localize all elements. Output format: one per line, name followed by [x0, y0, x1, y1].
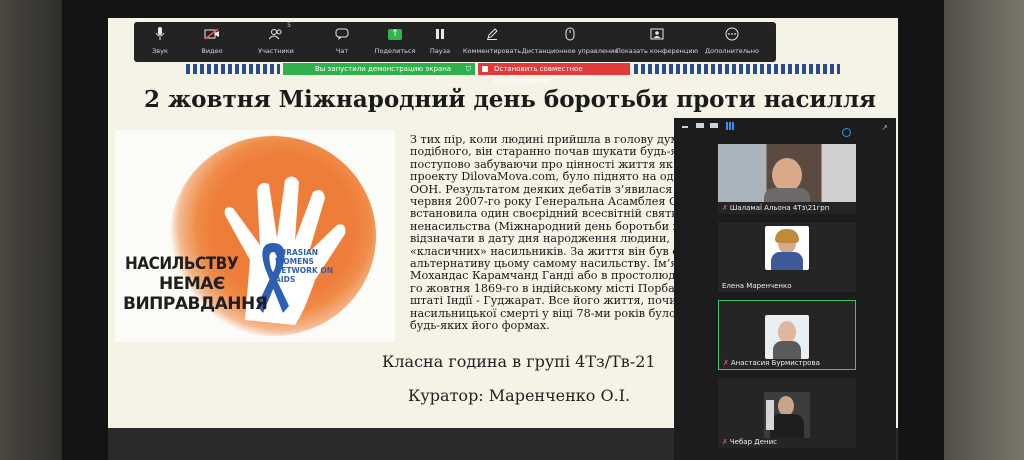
participant-name: Елена Маренченко [722, 282, 792, 290]
muted-mic-icon: ✗ [722, 438, 728, 446]
participant-tile-active-speaker[interactable]: ✗ Анастасия Бурмистрова [718, 300, 856, 370]
slide-stripe-left [186, 64, 280, 74]
show-meeting-icon [648, 26, 666, 42]
participant-tile[interactable]: ✗ Чебар Денис [718, 378, 856, 448]
pause-button[interactable]: Пауза [420, 22, 460, 62]
share-label: Поделиться [374, 47, 416, 55]
more-button[interactable]: Дополнительно [698, 22, 766, 62]
more-icon [723, 26, 741, 42]
chat-icon [333, 26, 351, 42]
poster-image: НАСИЛЬСТВУ НЕМАЄ ВИПРАВДАННЯ EURASIAN WO… [115, 130, 395, 342]
sharing-status-bar: Вы запустили демонстрацию экрана ⛉ [283, 63, 475, 75]
microphone-icon [151, 26, 169, 42]
remote-control-label: Дистанционное управление [521, 47, 619, 55]
audio-label: Звук [152, 47, 168, 55]
pause-label: Пауза [429, 47, 451, 55]
remote-control-icon [561, 26, 579, 42]
strip-view-icon[interactable] [710, 123, 718, 128]
participants-button[interactable]: 5 Участники [238, 22, 314, 62]
participant-avatar [765, 226, 809, 270]
annotate-button[interactable]: Комментировать [460, 22, 524, 62]
cursor-indicator-icon [842, 128, 851, 137]
slide-body-line: встановила один своєрідний всесвітній св… [410, 207, 686, 221]
chat-label: Чат [335, 47, 349, 55]
participant-name: ✗ Шаламаї Альона 4Тз\21грп [722, 204, 830, 212]
slide-body-line: подібного, він старанно почав шукати буд… [410, 145, 690, 159]
participant-tile[interactable]: Елена Маренченко [718, 222, 856, 292]
sharing-status-text: Вы запустили демонстрацию экрана [315, 65, 452, 73]
show-meeting-button[interactable]: Показать конференцию [616, 22, 698, 62]
participant-video [718, 144, 856, 202]
slide-body-text: З тих пір, коли людині прийшла в голову … [410, 134, 690, 340]
minimize-icon[interactable] [682, 126, 688, 128]
pause-icon [431, 26, 449, 42]
video-off-icon [203, 26, 221, 42]
gallery-header: ↗ [674, 118, 896, 137]
poster-line-3: ВИПРАВДАННЯ [123, 294, 268, 314]
close-icon[interactable]: ↗ [881, 123, 888, 132]
slide-title: 2 жовтня Міжнародний день боротьби проти… [143, 86, 877, 113]
participant-name: ✗ Анастасия Бурмистрова [723, 359, 820, 367]
more-label: Дополнительно [705, 47, 759, 55]
participants-count: 5 [287, 22, 291, 29]
stop-icon [482, 66, 488, 72]
desk-background-left [0, 0, 70, 460]
participant-name: ✗ Чебар Денис [722, 438, 778, 446]
slide-body-line: Мохандас Карамчанд Ганді або в простолюд… [410, 269, 686, 283]
remote-control-button[interactable]: Дистанционное управление [521, 22, 619, 62]
annotate-label: Комментировать [462, 47, 522, 55]
muted-mic-icon: ✗ [722, 204, 728, 212]
shield-icon: ⛉ [465, 65, 471, 73]
video-label: Видео [201, 47, 223, 55]
slide-body-line: штаті Індії - Гуджарат. Все його життя, … [410, 294, 690, 308]
participants-icon: 5 [267, 22, 291, 42]
zoom-toolbar: Звук Видео 5 Участники Чат ↑ Поделиться … [134, 22, 776, 62]
audio-button[interactable]: Звук [134, 22, 186, 62]
chat-button[interactable]: Чат [314, 22, 370, 62]
slide-body-line: проекту DilovaMova.com, було піднято на … [410, 170, 685, 184]
participant-avatar [764, 392, 810, 438]
slide-body-line: відзначати в дату дня народження людини,… [410, 232, 690, 246]
participant-avatar [765, 315, 809, 359]
participant-tile[interactable]: ✗ Шаламаї Альона 4Тз\21грп [718, 144, 856, 214]
share-screen-icon: ↑ [386, 26, 404, 42]
speaker-view-icon[interactable] [696, 123, 704, 128]
show-meeting-label: Показать конференцию [615, 47, 699, 55]
curtain-background-right [934, 0, 1024, 460]
slide-body-line: будь-яких його формах. [410, 319, 550, 333]
stop-share-button[interactable]: Остановить совместное использование [478, 63, 630, 85]
video-button[interactable]: Видео [186, 22, 238, 62]
participants-label: Участники [258, 47, 294, 55]
muted-mic-icon: ✗ [723, 359, 729, 367]
poster-line-2: НЕМАЄ [159, 274, 225, 294]
annotate-icon [483, 26, 501, 42]
video-gallery-panel: ↗ ✗ Шаламаї Альона 4Тз\21грп Елена Маренч… [674, 118, 896, 460]
slide-subtitle-curator: Куратор: Маренченко О.І. [408, 386, 631, 405]
slide-subtitle-class: Класна година в групі 4Тз/Тв-21 [382, 352, 656, 371]
share-button[interactable]: ↑ Поделиться [370, 22, 420, 62]
slide-stripe-right [634, 64, 840, 74]
poster-line-1: НАСИЛЬСТВУ [125, 254, 239, 274]
gallery-view-icon[interactable] [726, 122, 734, 130]
poster-org-name: EURASIAN WOMENS NETWORK ON AIDS [275, 248, 334, 284]
